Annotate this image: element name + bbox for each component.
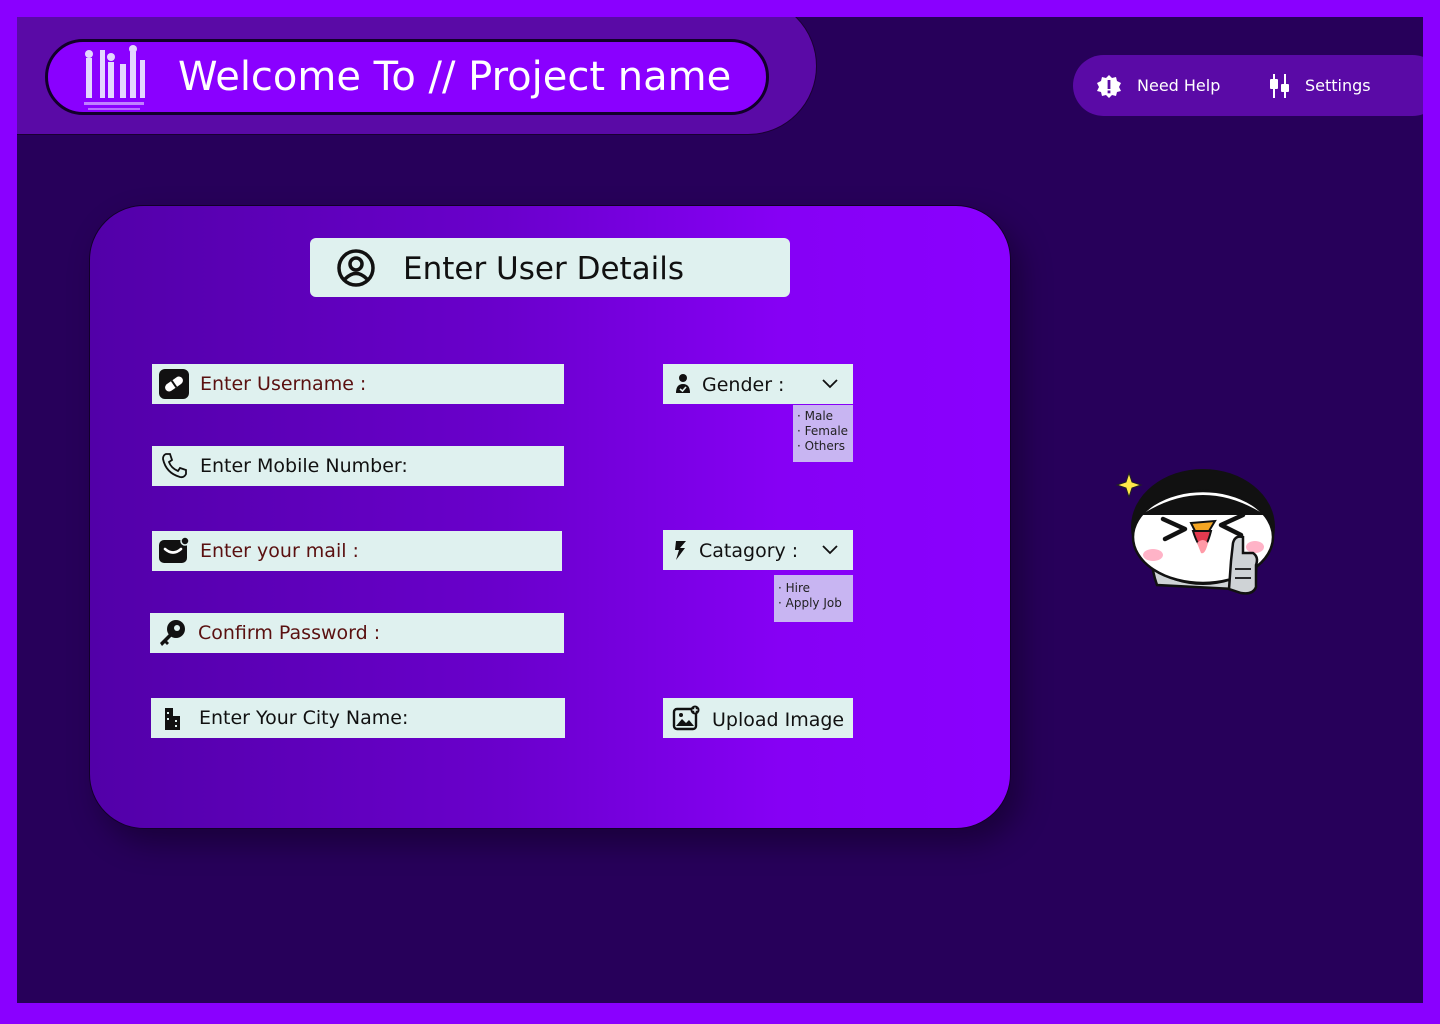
password-field[interactable] <box>150 613 564 653</box>
city-building-icon <box>165 708 180 730</box>
image-add-icon <box>672 705 700 731</box>
chevron-down-icon <box>822 379 838 389</box>
category-label: Catagory : <box>699 540 799 562</box>
category-options-list: Hire Apply Job <box>774 575 853 622</box>
gender-option-female[interactable]: Female <box>797 424 849 439</box>
title-pill: Welcome To // Project name <box>45 39 769 115</box>
settings-sliders-icon <box>1270 73 1289 98</box>
team-silhouette-logo <box>84 45 145 110</box>
settings-label: Settings <box>1305 76 1371 95</box>
mobile-field[interactable] <box>152 446 564 486</box>
gender-option-male[interactable]: Male <box>797 409 849 424</box>
app-canvas: Welcome To // Project name Need Help Set… <box>17 17 1423 1003</box>
mail-input[interactable] <box>200 531 556 571</box>
need-help-label: Need Help <box>1137 76 1221 95</box>
chevron-down-icon <box>822 545 838 555</box>
upload-image-label: Upload Image <box>712 709 845 731</box>
penguin-thumbs-up-sticker <box>1115 469 1275 595</box>
help-alert-icon <box>1097 74 1121 98</box>
city-field[interactable] <box>151 698 565 738</box>
user-details-card: Enter User Details Enter Username: Ente… <box>89 205 1011 829</box>
edit-pencil-icon <box>159 369 189 399</box>
user-circle-icon <box>337 249 375 287</box>
card-header: Enter User Details <box>310 238 790 297</box>
username-field[interactable] <box>152 364 564 404</box>
gender-options-list: Male Female Others <box>793 405 853 462</box>
need-help-button[interactable]: Need Help <box>1095 55 1220 116</box>
mobile-input[interactable] <box>200 446 558 486</box>
key-icon <box>160 620 185 646</box>
mail-icon <box>159 536 190 563</box>
mail-field[interactable] <box>152 531 562 571</box>
category-option-apply-job[interactable]: Apply Job <box>778 596 849 611</box>
top-nav: Need Help Settings <box>1073 55 1423 116</box>
page-title: Welcome To // Project name <box>178 54 732 100</box>
category-option-hire[interactable]: Hire <box>778 581 849 596</box>
category-select[interactable]: Catagory : <box>663 530 853 570</box>
gender-select[interactable]: Gender : <box>663 364 853 404</box>
username-input[interactable] <box>200 364 558 404</box>
card-title: Enter User Details <box>403 251 685 287</box>
upload-image-button[interactable]: Upload Image <box>663 698 853 738</box>
city-input[interactable] <box>199 698 559 738</box>
lightning-icon <box>675 541 686 560</box>
confirm-password-input[interactable] <box>198 613 558 653</box>
phone-icon <box>162 453 187 479</box>
settings-button[interactable]: Settings <box>1269 55 1371 116</box>
gender-option-others[interactable]: Others <box>797 439 849 454</box>
gender-label: Gender : <box>702 374 785 396</box>
person-icon <box>676 374 690 393</box>
